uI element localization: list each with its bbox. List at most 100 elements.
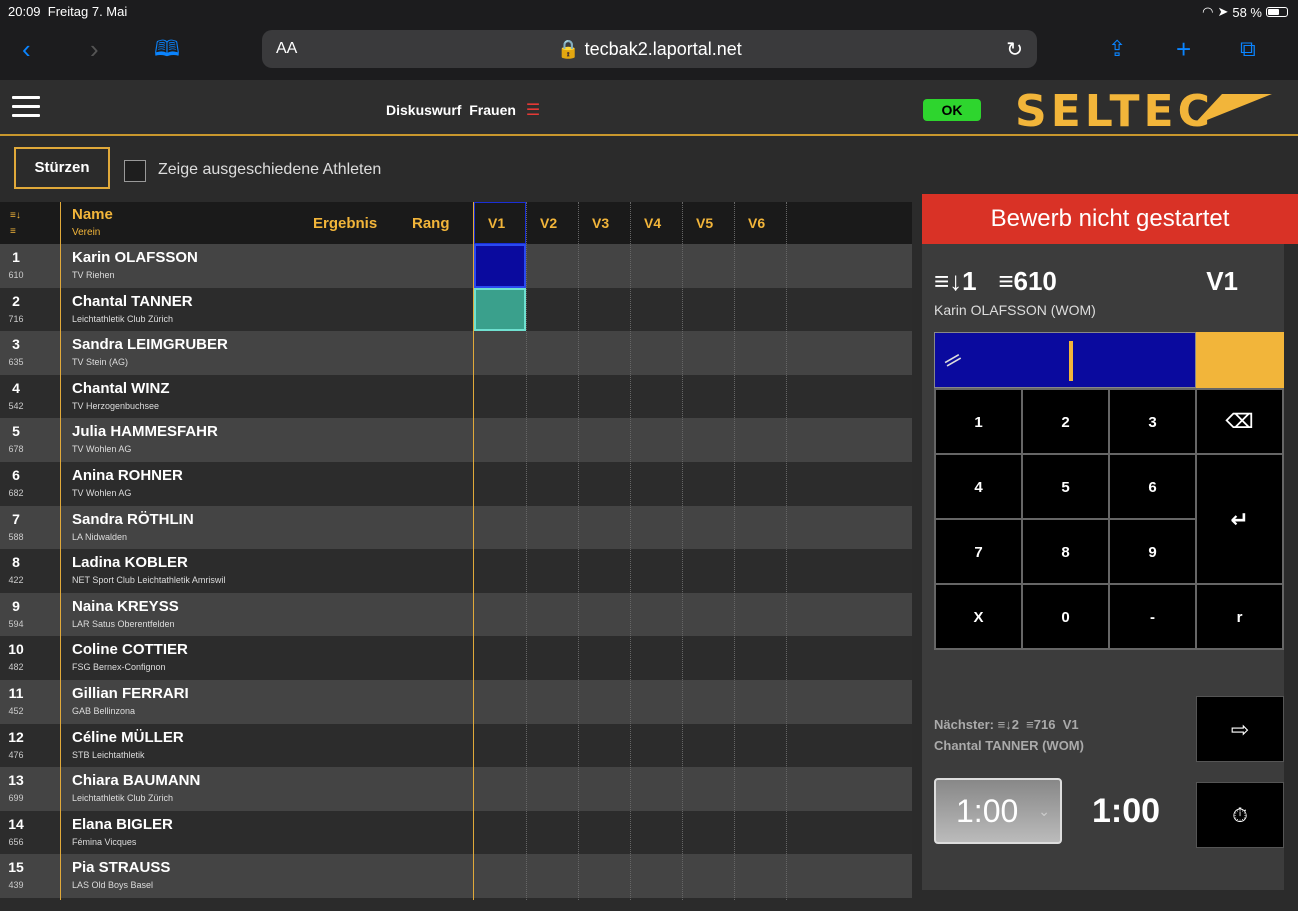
- attempt-cell[interactable]: [578, 724, 630, 768]
- table-row[interactable]: 5 678 Julia HAMMESFAHR TV Wohlen AG: [0, 418, 912, 462]
- table-row[interactable]: 13 699 Chiara BAUMANN Leichtathletik Club Z…: [0, 767, 912, 811]
- attempt-cell[interactable]: [630, 462, 682, 506]
- key-7[interactable]: 7: [935, 519, 1022, 584]
- attempt-cell[interactable]: [578, 375, 630, 419]
- next-athlete-button[interactable]: ⇨: [1196, 696, 1284, 762]
- attempt-cell[interactable]: [734, 767, 786, 811]
- attempt-cell[interactable]: [578, 331, 630, 375]
- attempt-cell[interactable]: [734, 375, 786, 419]
- attempt-cell[interactable]: [734, 854, 786, 898]
- attempt-cell[interactable]: [578, 636, 630, 680]
- attempt-cell[interactable]: [526, 418, 578, 462]
- attempt-cell[interactable]: [526, 680, 578, 724]
- address-bar[interactable]: AA 🔒 tecbak2.laportal.net ↻: [262, 30, 1037, 68]
- attempt-cell[interactable]: [682, 462, 734, 506]
- key-2[interactable]: 2: [1022, 389, 1109, 454]
- attempt-cell[interactable]: [682, 767, 734, 811]
- key-x[interactable]: X: [935, 584, 1022, 649]
- attempt-cell[interactable]: [630, 680, 682, 724]
- attempt-cell[interactable]: [474, 811, 526, 855]
- attempt-cell[interactable]: [526, 636, 578, 680]
- attempt-cell[interactable]: [734, 724, 786, 768]
- attempt-cell[interactable]: [682, 549, 734, 593]
- attempt-cell[interactable]: [630, 724, 682, 768]
- attempt-cell[interactable]: [578, 767, 630, 811]
- attempt-cell[interactable]: [682, 593, 734, 637]
- attempt-cell[interactable]: [578, 854, 630, 898]
- menu-icon[interactable]: [12, 96, 40, 118]
- attempt-cell[interactable]: [682, 811, 734, 855]
- attempt-cell[interactable]: [526, 462, 578, 506]
- key-4[interactable]: 4: [935, 454, 1022, 519]
- attempt-cell[interactable]: [474, 418, 526, 462]
- attempt-header-v6[interactable]: V6: [748, 215, 765, 231]
- attempt-cell[interactable]: [682, 331, 734, 375]
- share-icon[interactable]: ⇪: [1108, 36, 1126, 62]
- attempt-cell[interactable]: [734, 331, 786, 375]
- attempt-cell[interactable]: [526, 854, 578, 898]
- attempt-cell[interactable]: [630, 854, 682, 898]
- attempt-cell[interactable]: [734, 811, 786, 855]
- attempt-cell[interactable]: [474, 331, 526, 375]
- backspace-key[interactable]: ⌫: [1196, 389, 1283, 454]
- attempt-cell[interactable]: [578, 462, 630, 506]
- attempt-cell[interactable]: [682, 244, 734, 288]
- attempt-cell[interactable]: [734, 244, 786, 288]
- key-5[interactable]: 5: [1022, 454, 1109, 519]
- attempt-cell[interactable]: [734, 549, 786, 593]
- attempt-cell[interactable]: [630, 418, 682, 462]
- list-icon[interactable]: ☰: [526, 102, 540, 119]
- attempt-cell[interactable]: [474, 636, 526, 680]
- key-8[interactable]: 8: [1022, 519, 1109, 584]
- table-row[interactable]: 8 422 Ladina KOBLER NET Sport Club Leichtat…: [0, 549, 912, 593]
- attempt-cell[interactable]: [682, 680, 734, 724]
- attempt-cell[interactable]: [474, 244, 526, 288]
- new-tab-icon[interactable]: +: [1176, 36, 1191, 62]
- enter-key[interactable]: ↵: [1196, 454, 1283, 584]
- attempt-header-v3[interactable]: V3: [592, 215, 609, 231]
- attempt-cell[interactable]: [526, 331, 578, 375]
- table-row[interactable]: 15 439 Pia STRAUSS LAS Old Boys Basel: [0, 854, 912, 898]
- attempt-cell[interactable]: [578, 811, 630, 855]
- attempt-cell[interactable]: [578, 288, 630, 332]
- attempt-header-v2[interactable]: V2: [540, 215, 557, 231]
- timer-start-button[interactable]: ⏱: [1196, 782, 1284, 848]
- key-9[interactable]: 9: [1109, 519, 1196, 584]
- table-row[interactable]: 1 610 Karin OLAFSSON TV Riehen: [0, 244, 912, 288]
- attempt-cell[interactable]: [526, 593, 578, 637]
- attempt-cell[interactable]: [630, 636, 682, 680]
- attempt-cell[interactable]: [630, 767, 682, 811]
- attempt-cell[interactable]: [474, 506, 526, 550]
- bib-sort-icon[interactable]: ≡: [10, 226, 16, 237]
- result-header[interactable]: Ergebnis: [313, 215, 377, 232]
- table-row[interactable]: 11 452 Gillian FERRARI GAB Bellinzona: [0, 680, 912, 724]
- attempt-cell[interactable]: [682, 375, 734, 419]
- attempt-cell[interactable]: [734, 680, 786, 724]
- attempt-cell[interactable]: [734, 593, 786, 637]
- attempt-cell[interactable]: [578, 593, 630, 637]
- attempt-cell[interactable]: [682, 506, 734, 550]
- attempt-cell[interactable]: [526, 506, 578, 550]
- attempt-cell[interactable]: [578, 418, 630, 462]
- attempt-header-v5[interactable]: V5: [696, 215, 713, 231]
- attempt-cell[interactable]: [578, 506, 630, 550]
- attempt-cell[interactable]: [630, 244, 682, 288]
- table-row[interactable]: 2 716 Chantal TANNER Leichtathletik Club Zü…: [0, 287, 912, 332]
- attempt-cell[interactable]: [630, 811, 682, 855]
- back-icon[interactable]: ‹: [22, 36, 31, 62]
- attempt-cell[interactable]: [526, 724, 578, 768]
- attempt-cell[interactable]: [734, 418, 786, 462]
- table-row[interactable]: 14 656 Elana BIGLER Fémina Vicques: [0, 810, 912, 855]
- attempt-cell[interactable]: [526, 244, 578, 288]
- attempt-cell[interactable]: [630, 288, 682, 332]
- attempt-cell[interactable]: [630, 331, 682, 375]
- attempt-cell[interactable]: [526, 811, 578, 855]
- attempt-cell[interactable]: [474, 462, 526, 506]
- show-eliminated-checkbox[interactable]: [124, 160, 146, 182]
- attempt-cell[interactable]: [526, 767, 578, 811]
- bookmarks-icon[interactable]: 🕮: [154, 36, 180, 62]
- key-0[interactable]: 0: [1022, 584, 1109, 649]
- attempt-cell[interactable]: [734, 506, 786, 550]
- table-row[interactable]: 3 635 Sandra LEIMGRUBER TV Stein (AG): [0, 331, 912, 375]
- attempt-cell[interactable]: [682, 288, 734, 332]
